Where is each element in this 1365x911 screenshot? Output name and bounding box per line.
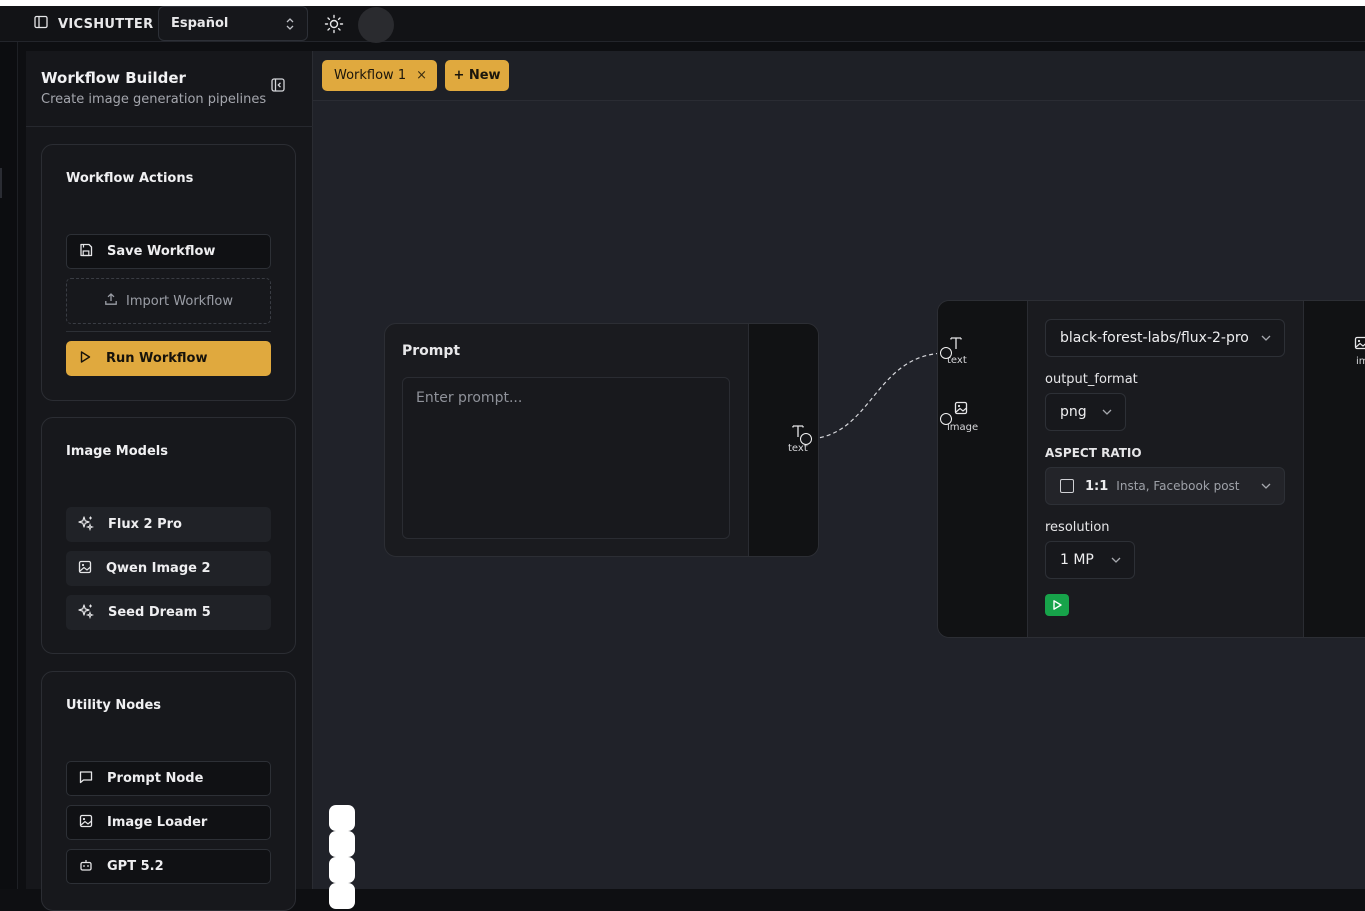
actions-divider [66, 331, 271, 332]
run-workflow-label: Run Workflow [106, 351, 208, 366]
prompt-node-title: Prompt [402, 343, 460, 359]
collapse-sidebar-icon[interactable] [271, 77, 285, 96]
aspect-ratio-hint: Insta, Facebook post [1116, 479, 1239, 493]
language-select[interactable]: Español [158, 6, 308, 41]
sidebar-title: Workflow Builder [41, 69, 186, 87]
sidebar-header: Workflow Builder Create image generation… [26, 51, 313, 127]
output-format-select[interactable]: png [1045, 393, 1126, 431]
sidebar-toggle-icon[interactable] [34, 15, 48, 33]
prompt-textarea[interactable]: Enter prompt... [402, 377, 730, 539]
aspect-ratio-select[interactable]: 1:1 Insta, Facebook post [1045, 467, 1285, 505]
model-item-seed-dream-5[interactable]: Seed Dream 5 [66, 595, 271, 630]
language-value: Español [171, 16, 228, 31]
lock-view-button[interactable] [329, 883, 355, 909]
utility-label: Prompt Node [107, 771, 203, 786]
avatar[interactable] [358, 7, 394, 43]
save-icon [79, 243, 93, 261]
flux-image-input-port[interactable] [940, 413, 952, 425]
rail-marker [0, 168, 2, 198]
import-workflow-label: Import Workflow [126, 294, 233, 309]
save-workflow-label: Save Workflow [107, 244, 215, 259]
upload-icon [104, 292, 118, 310]
chevron-up-down-icon [285, 16, 295, 36]
save-workflow-button[interactable]: Save Workflow [66, 234, 271, 269]
output-format-value: png [1060, 404, 1087, 420]
zoom-in-button[interactable] [329, 805, 355, 831]
model-value: black-forest-labs/flux-2-pro [1060, 330, 1249, 346]
utility-nodes-title: Utility Nodes [66, 698, 161, 713]
prompt-text-output-port[interactable] [800, 433, 812, 445]
image-models-card: Image Models Flux 2 Pro Qwen Image 2 See… [41, 417, 296, 654]
sidebar: Workflow Builder Create image generation… [26, 51, 313, 889]
brand[interactable]: VICSHUTTER [34, 15, 153, 33]
sidebar-subtitle: Create image generation pipelines [41, 92, 266, 107]
model-item-flux-2-pro[interactable]: Flux 2 Pro [66, 507, 271, 542]
aspect-ratio-value: 1:1 [1085, 479, 1108, 494]
chevron-down-icon [1260, 330, 1272, 346]
square-aspect-icon [1060, 479, 1074, 493]
utility-nodes-card: Utility Nodes Prompt Node Image Loader G… [41, 671, 296, 911]
sparkles-icon [78, 515, 94, 535]
model-item-qwen-image-2[interactable]: Qwen Image 2 [66, 551, 271, 586]
flux-text-input-port[interactable] [940, 347, 952, 359]
model-label: Qwen Image 2 [106, 561, 211, 576]
run-workflow-button[interactable]: Run Workflow [66, 341, 271, 376]
prompt-node[interactable]: Prompt Enter prompt... text [384, 323, 819, 557]
flux-node-outputs: image [1303, 301, 1365, 638]
workflow-actions-card: Workflow Actions Save Workflow Import Wo… [41, 144, 296, 401]
aspect-ratio-label: ASPECT RATIO [1045, 446, 1142, 460]
image-type-icon [1354, 335, 1365, 354]
play-icon [1051, 596, 1063, 615]
model-select[interactable]: black-forest-labs/flux-2-pro [1045, 319, 1285, 357]
image-output-label: image [1356, 356, 1365, 367]
bot-icon [79, 858, 93, 876]
chevron-down-icon [1101, 404, 1113, 420]
workflow-actions-title: Workflow Actions [66, 171, 193, 186]
image-input-label: image [947, 422, 978, 433]
flux-2-pro-node[interactable]: text image black-forest-labs/flux-2-pro … [937, 300, 1365, 638]
workflow-canvas[interactable]: Workflow 1 × + New Prompt Enter prompt..… [313, 51, 1365, 889]
output-format-label: output_format [1045, 372, 1138, 387]
message-square-icon [79, 770, 93, 788]
import-workflow-button[interactable]: Import Workflow [66, 278, 271, 324]
utility-label: GPT 5.2 [107, 859, 164, 874]
chevron-down-icon [1110, 552, 1122, 568]
run-node-button[interactable] [1045, 594, 1069, 616]
zoom-out-button[interactable] [329, 831, 355, 857]
play-icon [78, 350, 92, 368]
model-label: Seed Dream 5 [108, 605, 211, 620]
image-type-icon [954, 400, 968, 419]
utility-item-image-loader[interactable]: Image Loader [66, 805, 271, 840]
utility-label: Image Loader [107, 815, 207, 830]
top-bar: VICSHUTTER Español [0, 6, 1365, 42]
resolution-value: 1 MP [1060, 552, 1094, 568]
left-rail [0, 42, 18, 889]
utility-item-gpt-5-2[interactable]: GPT 5.2 [66, 849, 271, 884]
resolution-select[interactable]: 1 MP [1045, 541, 1135, 579]
model-label: Flux 2 Pro [108, 517, 182, 532]
theme-sun-icon[interactable] [324, 14, 344, 38]
fit-view-button[interactable] [329, 857, 355, 883]
sparkles-icon [78, 603, 94, 623]
chevron-down-icon [1260, 478, 1272, 494]
brand-name: VICSHUTTER [58, 17, 153, 32]
resolution-label: resolution [1045, 520, 1110, 535]
image-models-title: Image Models [66, 444, 168, 459]
image-icon [79, 814, 93, 832]
image-icon [78, 560, 92, 578]
utility-item-prompt-node[interactable]: Prompt Node [66, 761, 271, 796]
